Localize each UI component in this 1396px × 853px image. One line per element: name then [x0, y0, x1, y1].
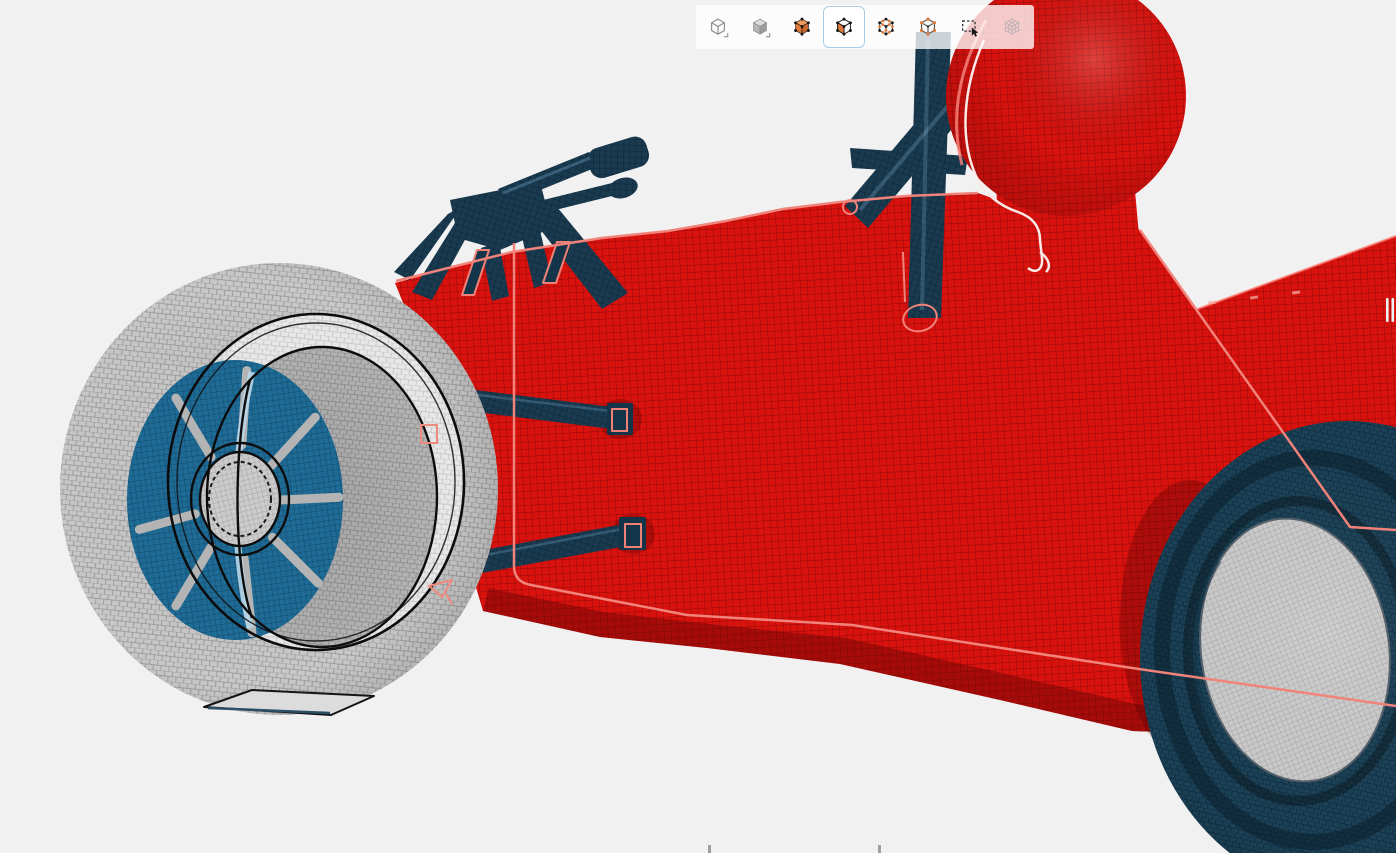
cube-vertices-icon	[917, 16, 939, 38]
select-volumes-button[interactable]	[781, 6, 823, 48]
cube-volume-icon	[791, 16, 813, 38]
marquee-cursor-icon	[959, 16, 981, 38]
select-mesh-elements-button[interactable]	[991, 6, 1033, 48]
select-edges-button[interactable]	[865, 6, 907, 48]
box-select-button[interactable]	[949, 6, 991, 48]
select-faces-button[interactable]	[823, 6, 865, 48]
select-vertices-button[interactable]	[907, 6, 949, 48]
front-wheel[interactable]	[60, 263, 498, 715]
selection-toolbar	[696, 5, 1034, 49]
scene-canvas[interactable]	[0, 0, 1396, 853]
cube-outline-corner-icon	[707, 16, 729, 38]
mesh-cube-icon	[1001, 16, 1023, 38]
cube-edges-icon	[875, 16, 897, 38]
view-cube-outline-button[interactable]	[697, 6, 739, 48]
cube-solid-corner-icon	[749, 16, 771, 38]
mesh-viewport[interactable]	[0, 0, 1396, 853]
view-cube-solid-button[interactable]	[739, 6, 781, 48]
cube-face-icon	[833, 16, 855, 38]
wheel-hub[interactable]	[200, 452, 280, 546]
